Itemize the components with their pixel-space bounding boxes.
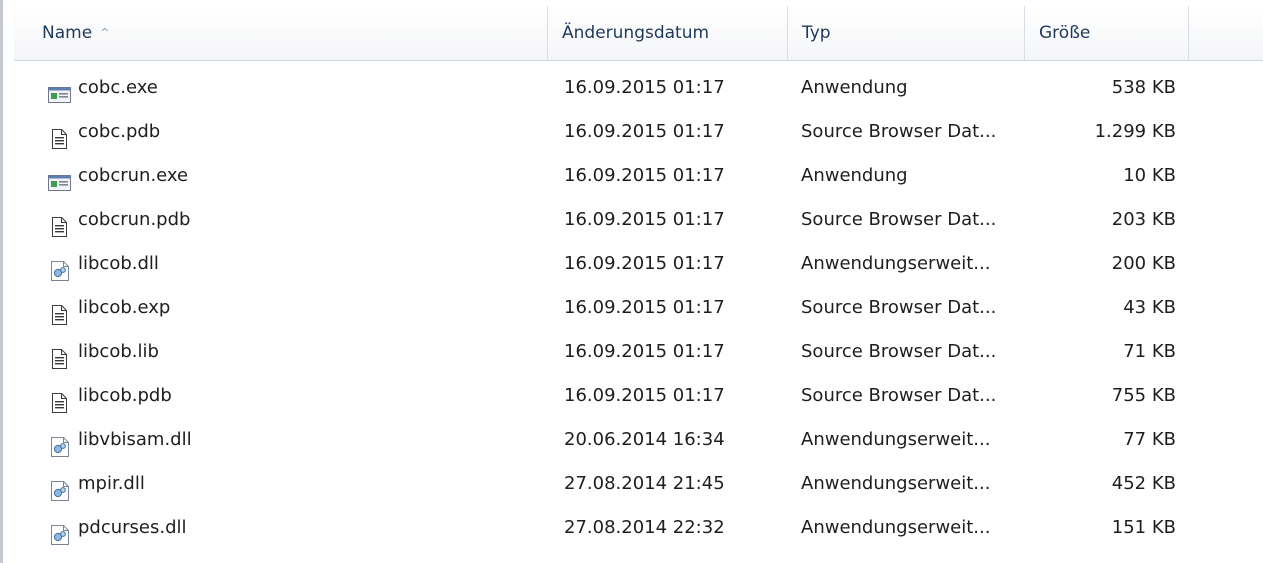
file-row[interactable]: cobc.pdb 16.09.2015 01:17 Source Browser… [14, 110, 1263, 154]
file-size: 203 KB [1111, 209, 1176, 230]
file-name: cobcrun.exe [78, 165, 189, 186]
file-name: cobcrun.pdb [78, 209, 191, 230]
document-icon [48, 298, 72, 325]
file-name-cell: libvbisam.dll [48, 418, 558, 462]
file-row[interactable]: libcob.lib 16.09.2015 01:17 Source Brows… [14, 330, 1263, 374]
file-size: 538 KB [1111, 77, 1176, 98]
file-name: libcob.lib [78, 341, 159, 362]
document-icon [48, 210, 72, 237]
file-name-cell: libcob.dll [48, 242, 558, 286]
file-size: 151 KB [1111, 517, 1176, 538]
file-date: 16.09.2015 01:17 [564, 209, 725, 230]
file-name: libcob.pdb [78, 385, 172, 406]
file-date: 16.09.2015 01:17 [564, 297, 725, 318]
file-name-cell: pdcurses.dll [48, 506, 558, 550]
file-date: 16.09.2015 01:17 [564, 385, 725, 406]
file-date: 20.06.2014 16:34 [564, 429, 725, 450]
file-name: cobc.pdb [78, 121, 161, 142]
file-name: mpir.dll [78, 473, 145, 494]
dll-icon [48, 254, 72, 281]
file-type: Anwendungserweit... [801, 253, 991, 274]
column-header-type[interactable]: Typ [788, 6, 1025, 60]
document-icon [48, 122, 72, 149]
file-type: Source Browser Dat... [801, 209, 997, 230]
file-type: Anwendungserweit... [801, 473, 991, 494]
file-date: 16.09.2015 01:17 [564, 165, 725, 186]
file-size: 1.299 KB [1094, 121, 1176, 142]
file-name-cell: cobc.pdb [48, 110, 558, 154]
file-type: Anwendung [801, 77, 908, 98]
file-name-cell: cobcrun.pdb [48, 198, 558, 242]
file-size: 71 KB [1123, 341, 1176, 362]
column-header-date[interactable]: Änderungsdatum [548, 6, 788, 60]
file-name-cell: libcob.pdb [48, 374, 558, 418]
exe-icon [48, 166, 72, 191]
file-date: 16.09.2015 01:17 [564, 253, 725, 274]
file-name-cell: libcob.lib [48, 330, 558, 374]
column-header-date-label: Änderungsdatum [562, 23, 710, 43]
file-name: libvbisam.dll [78, 429, 192, 450]
file-name-cell: libcob.exp [48, 286, 558, 330]
file-type: Anwendung [801, 165, 908, 186]
file-row[interactable]: cobc.exe 16.09.2015 01:17 Anwendung 538 … [14, 66, 1263, 110]
column-header-name-label: Name [42, 23, 93, 43]
file-name: pdcurses.dll [78, 517, 187, 538]
file-size: 10 KB [1123, 165, 1176, 186]
file-row[interactable]: cobcrun.exe 16.09.2015 01:17 Anwendung 1… [14, 154, 1263, 198]
column-header-size[interactable]: Größe [1025, 6, 1189, 60]
file-list: cobc.exe 16.09.2015 01:17 Anwendung 538 … [14, 66, 1263, 550]
column-header-filler [1189, 6, 1263, 60]
file-type: Anwendungserweit... [801, 517, 991, 538]
file-size: 452 KB [1111, 473, 1176, 494]
file-row[interactable]: libcob.pdb 16.09.2015 01:17 Source Brows… [14, 374, 1263, 418]
sort-ascending-icon: ^ [100, 26, 110, 39]
file-row[interactable]: mpir.dll 27.08.2014 21:45 Anwendungserwe… [14, 462, 1263, 506]
file-type: Source Browser Dat... [801, 341, 997, 362]
file-type: Anwendungserweit... [801, 429, 991, 450]
column-header-size-label: Größe [1039, 23, 1091, 43]
file-size: 77 KB [1123, 429, 1176, 450]
file-name: cobc.exe [78, 77, 158, 98]
file-size: 755 KB [1111, 385, 1176, 406]
file-date: 27.08.2014 22:32 [564, 517, 725, 538]
file-date: 27.08.2014 21:45 [564, 473, 725, 494]
file-name-cell: cobc.exe [48, 66, 558, 110]
document-icon [48, 386, 72, 413]
file-row[interactable]: pdcurses.dll 27.08.2014 22:32 Anwendungs… [14, 506, 1263, 550]
file-type: Source Browser Dat... [801, 297, 997, 318]
dll-icon [48, 430, 72, 457]
file-list-view: Name ^ Änderungsdatum Typ Größe cobc.exe … [0, 0, 1263, 563]
file-date: 16.09.2015 01:17 [564, 121, 725, 142]
file-type: Source Browser Dat... [801, 385, 997, 406]
file-row[interactable]: cobcrun.pdb 16.09.2015 01:17 Source Brow… [14, 198, 1263, 242]
file-date: 16.09.2015 01:17 [564, 341, 725, 362]
column-header-bar: Name ^ Änderungsdatum Typ Größe [14, 6, 1263, 61]
file-name-cell: mpir.dll [48, 462, 558, 506]
window-border [0, 0, 3, 563]
column-header-type-label: Typ [802, 23, 831, 43]
exe-icon [48, 78, 72, 103]
file-row[interactable]: libcob.dll 16.09.2015 01:17 Anwendungser… [14, 242, 1263, 286]
file-row[interactable]: libcob.exp 16.09.2015 01:17 Source Brows… [14, 286, 1263, 330]
file-type: Source Browser Dat... [801, 121, 997, 142]
file-row[interactable]: libvbisam.dll 20.06.2014 16:34 Anwendung… [14, 418, 1263, 462]
file-size: 200 KB [1111, 253, 1176, 274]
column-header-name[interactable]: Name ^ [14, 6, 548, 60]
file-name: libcob.dll [78, 253, 159, 274]
file-date: 16.09.2015 01:17 [564, 77, 725, 98]
document-icon [48, 342, 72, 369]
dll-icon [48, 518, 72, 545]
dll-icon [48, 474, 72, 501]
file-name: libcob.exp [78, 297, 171, 318]
file-size: 43 KB [1123, 297, 1176, 318]
file-name-cell: cobcrun.exe [48, 154, 558, 198]
